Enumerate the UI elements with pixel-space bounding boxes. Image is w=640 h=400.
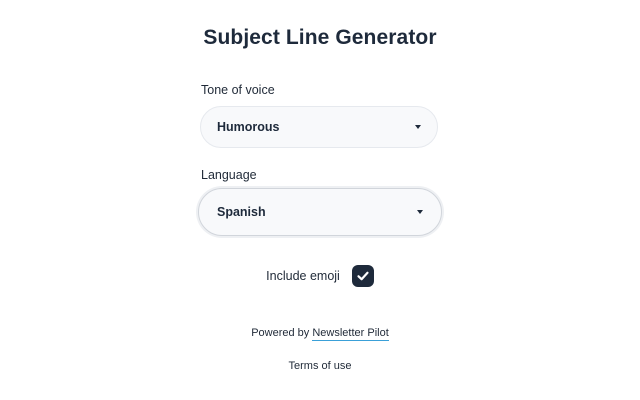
language-label: Language: [201, 168, 257, 182]
powered-by-prefix: Powered by: [251, 327, 310, 339]
tone-select[interactable]: Humorous: [200, 106, 438, 148]
checkmark-icon: [357, 271, 369, 281]
newsletter-pilot-link[interactable]: Newsletter Pilot: [312, 327, 389, 341]
language-select-value: Spanish: [217, 205, 266, 219]
page: Subject Line Generator Tone of voice Hum…: [0, 0, 640, 400]
tone-select-value: Humorous: [217, 120, 280, 134]
chevron-down-icon: [415, 125, 421, 129]
terms-footer: Terms of use: [0, 360, 640, 372]
powered-by: Powered by Newsletter Pilot: [0, 327, 640, 341]
include-emoji-checkbox[interactable]: [351, 265, 374, 287]
emoji-option-row: Include emoji: [0, 265, 640, 287]
chevron-down-icon: [417, 210, 423, 214]
language-select[interactable]: Spanish: [198, 188, 442, 236]
include-emoji-label: Include emoji: [266, 269, 340, 283]
page-title: Subject Line Generator: [203, 26, 437, 49]
tone-label: Tone of voice: [201, 83, 275, 97]
terms-of-use-link[interactable]: Terms of use: [289, 360, 352, 372]
